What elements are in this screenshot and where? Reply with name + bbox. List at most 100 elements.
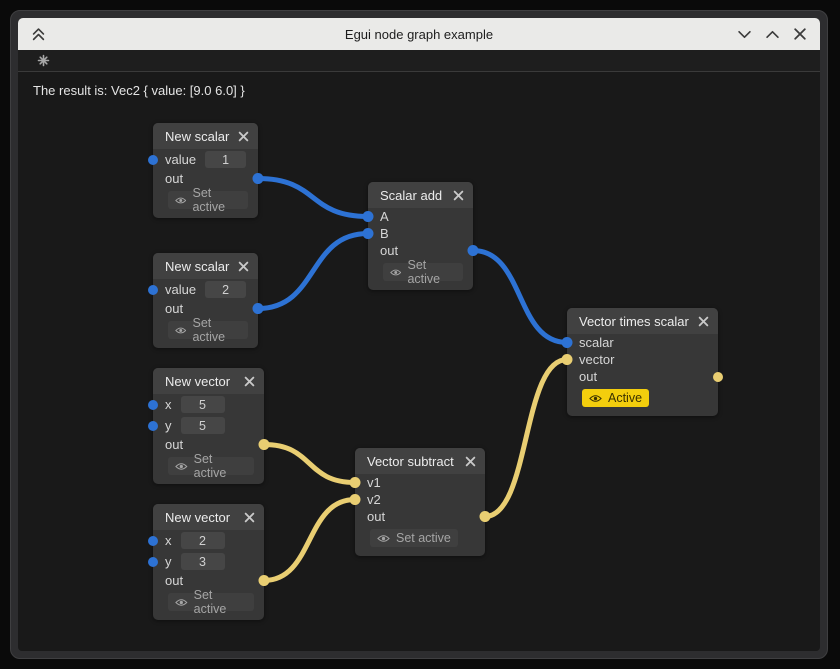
row-label: out [165,301,183,316]
node-close-icon[interactable] [244,512,255,523]
node-header[interactable]: Vector subtract [355,448,485,474]
node-row-y: y5 [153,415,264,436]
maximize-button[interactable] [762,24,782,44]
shade-window-button[interactable] [28,24,48,44]
row-label: y [165,418,172,433]
node-close-icon[interactable] [698,316,709,327]
result-text: The result is: Vec2 { value: [9.0 6.0] } [33,83,245,98]
button-label: Set active [194,588,247,616]
button-label: Set active [194,452,247,480]
output-port-out[interactable] [253,304,263,314]
node-row-y: y3 [153,551,264,572]
value-drag-field[interactable]: 2 [181,532,225,549]
value-drag-field[interactable]: 5 [181,396,225,413]
output-port-out[interactable] [259,576,269,586]
eye-icon [175,196,186,205]
button-label: Set active [407,258,456,286]
input-port-vector[interactable] [562,355,572,365]
chevron-down-icon [738,30,751,39]
row-label: out [579,369,597,384]
node-close-icon[interactable] [238,261,249,272]
input-port-x[interactable] [148,536,158,546]
close-icon [794,28,806,40]
menu-button[interactable] [35,53,51,69]
input-port-value[interactable] [148,155,158,165]
node-title: New vector [165,374,230,389]
node-title: Vector times scalar [579,314,689,329]
node-title: New scalar [165,129,229,144]
input-port-v2[interactable] [350,495,360,505]
set-active-button[interactable]: Set active [370,529,458,547]
set-active-button[interactable]: Set active [168,457,254,475]
input-port-B[interactable] [363,229,373,239]
node-row-out: out [153,436,264,453]
node-header[interactable]: Vector times scalar [567,308,718,334]
minimize-button[interactable] [734,24,754,44]
node-row-out: out [153,170,258,187]
node-row-vector: vector [567,351,718,368]
node-vector-subtract[interactable]: Vector subtractv1v2outSet active [355,448,485,556]
input-port-value[interactable] [148,285,158,295]
row-label: out [165,573,183,588]
node-new-scalar-2[interactable]: New scalar value 2 out Set active [153,253,258,348]
set-active-button[interactable]: Set active [168,321,248,339]
eye-icon [175,598,188,607]
row-label: scalar [579,335,614,350]
output-port-out[interactable] [253,174,263,184]
output-port-out[interactable] [468,246,478,256]
input-port-A[interactable] [363,212,373,222]
row-label: out [165,437,183,452]
value-drag-field[interactable]: 2 [205,281,246,298]
row-label: out [380,243,398,258]
node-vector-times-scalar[interactable]: Vector times scalar scalar vector out Active [567,308,718,416]
input-port-x[interactable] [148,400,158,410]
menu-bar [18,50,820,72]
node-row-B: B [368,225,473,242]
input-port-scalar[interactable] [562,338,572,348]
row-label: out [367,509,385,524]
set-active-button[interactable]: Set active [168,593,254,611]
node-header[interactable]: New scalar [153,253,258,279]
wire [485,360,567,517]
row-label: vector [579,352,614,367]
node-close-icon[interactable] [244,376,255,387]
set-active-button[interactable]: Set active [168,191,248,209]
node-header[interactable]: Scalar add [368,182,473,208]
node-canvas[interactable]: The result is: Vec2 { value: [9.0 6.0] }… [18,72,820,651]
eye-icon [589,394,602,403]
node-close-icon[interactable] [465,456,476,467]
input-port-v1[interactable] [350,478,360,488]
row-label: value [165,282,196,297]
value-drag-field[interactable]: 3 [181,553,225,570]
node-row-out: out [153,572,264,589]
node-new-scalar-1[interactable]: New scalar value 1 out Set active [153,123,258,218]
output-port-out[interactable] [259,440,269,450]
row-label: value [165,152,196,167]
node-title: New scalar [165,259,229,274]
node-new-vector-2[interactable]: New vectorx2y3outSet active [153,504,264,620]
output-port-out[interactable] [713,372,723,382]
close-window-button[interactable] [790,24,810,44]
node-row-scalar: scalar [567,334,718,351]
node-header[interactable]: New scalar [153,123,258,149]
value-drag-field[interactable]: 1 [205,151,246,168]
output-port-out[interactable] [480,512,490,522]
active-button[interactable]: Active [582,389,649,407]
node-scalar-add[interactable]: Scalar addABoutSet active [368,182,473,290]
node-close-icon[interactable] [238,131,249,142]
wire [264,500,355,581]
title-bar[interactable]: Egui node graph example [18,18,820,50]
value-drag-field[interactable]: 5 [181,417,225,434]
node-header[interactable]: New vector [153,504,264,530]
wire [258,234,368,309]
node-close-icon[interactable] [453,190,464,201]
set-active-button[interactable]: Set active [383,263,463,281]
node-new-vector-1[interactable]: New vectorx5y5outSet active [153,368,264,484]
node-header[interactable]: New vector [153,368,264,394]
row-label: y [165,554,172,569]
input-port-y[interactable] [148,557,158,567]
node-title: New vector [165,510,230,525]
row-label: x [165,533,172,548]
node-row-out: out [153,300,258,317]
input-port-y[interactable] [148,421,158,431]
